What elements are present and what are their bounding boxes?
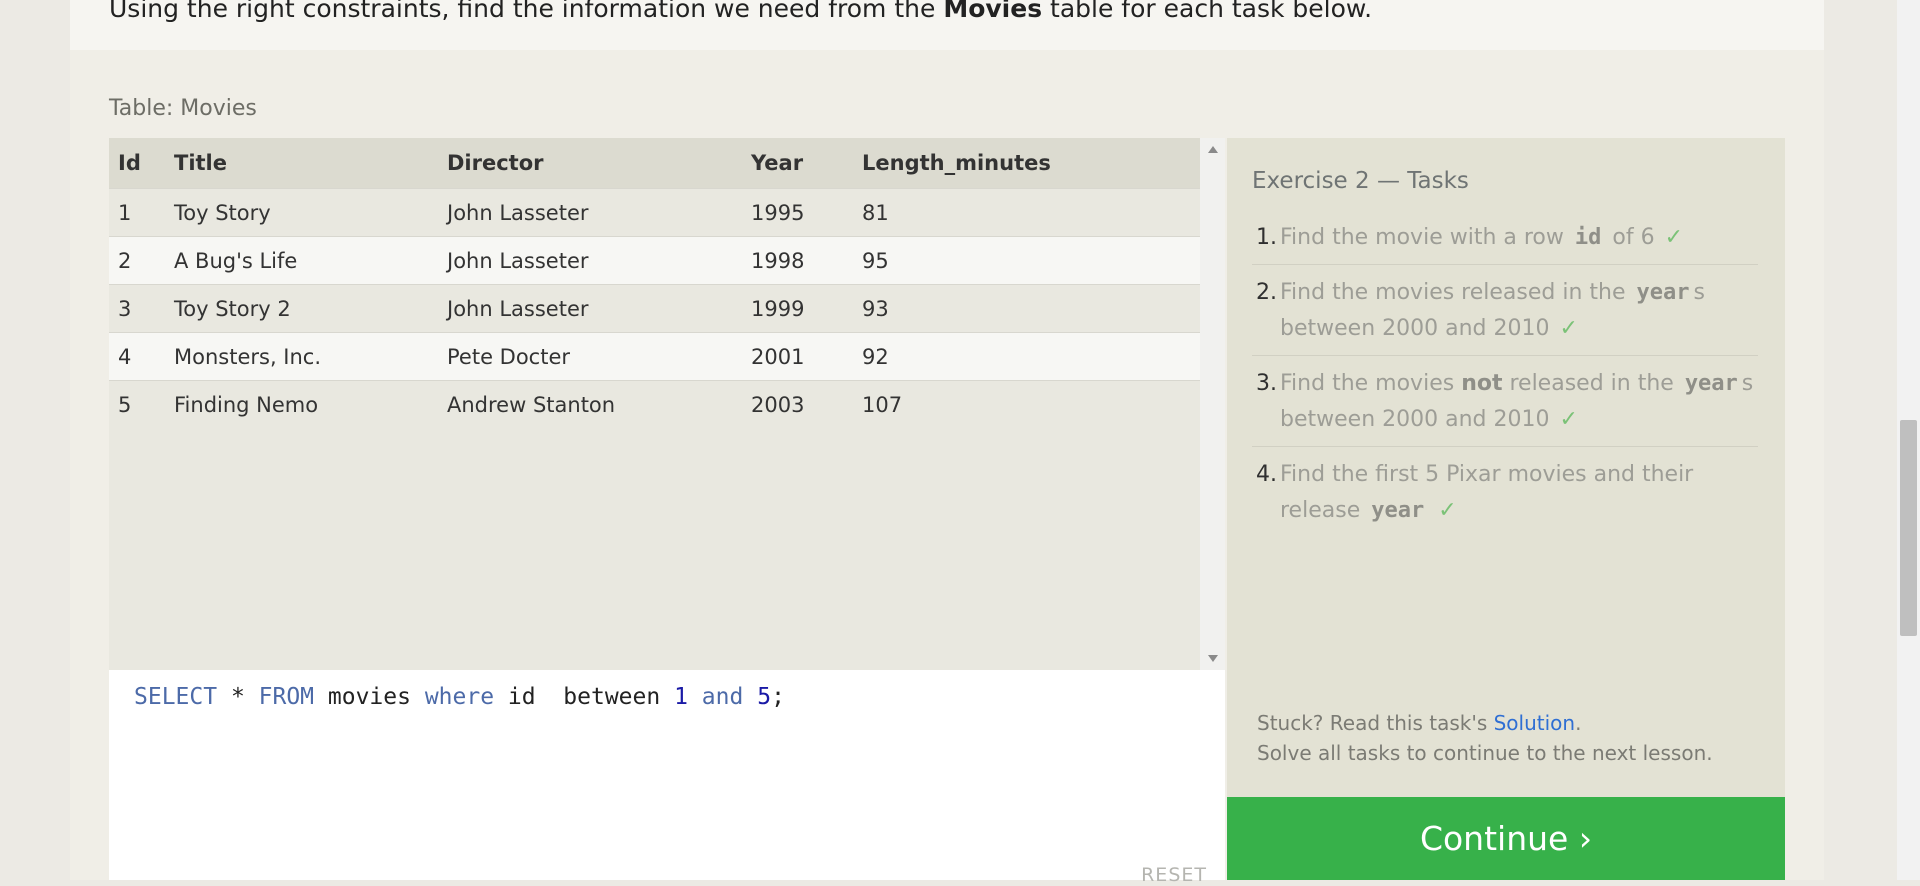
sql-token: FROM [258, 684, 315, 710]
cell-year: 1998 [751, 236, 862, 285]
cell-director: Pete Docter [447, 332, 751, 381]
checkmark-icon: ✓ [1438, 498, 1457, 523]
task-text: year [1636, 280, 1690, 305]
sql-token: 1 [674, 684, 688, 710]
cell-title: Toy Story [174, 188, 447, 237]
scroll-down-arrow-icon[interactable] [1208, 655, 1218, 662]
tasks-panel: Exercise 2 — Tasks 1. Find the movie with… [1227, 138, 1785, 798]
sql-editor[interactable]: SELECT * FROM movies where id between 1 … [109, 670, 1225, 886]
reset-button[interactable]: RESET [1141, 864, 1207, 886]
column-header-title: Title [174, 138, 447, 189]
cell-id: 2 [109, 236, 174, 285]
task-number: 3. [1256, 371, 1277, 396]
checkmark-icon: ✓ [1559, 407, 1578, 432]
table-row: 3 Toy Story 2 John Lasseter 1999 93 [109, 284, 1200, 333]
stuck-suffix: . [1575, 711, 1582, 735]
task-number: 2. [1256, 280, 1277, 305]
results-table: Id Title Director Year Length_minutes 1 … [109, 138, 1200, 428]
task-text: Find the movies [1280, 371, 1462, 396]
intro-suffix: table for each task below. [1042, 0, 1373, 23]
lesson-card: Using the right constraints, find the in… [70, 0, 1824, 886]
stuck-prefix: Stuck? Read this task's [1257, 711, 1494, 735]
cell-id: 4 [109, 332, 174, 381]
cell-year: 1995 [751, 188, 862, 237]
cell-title: Toy Story 2 [174, 284, 447, 333]
sql-token: id between [494, 684, 675, 710]
scroll-up-arrow-icon[interactable] [1208, 146, 1218, 153]
task-text: Find the movies released in the [1280, 280, 1633, 305]
column-header-length: Length_minutes [862, 138, 1200, 189]
task-text: of 6 [1605, 225, 1655, 250]
checkmark-icon: ✓ [1559, 316, 1578, 341]
stuck-help-text: Stuck? Read this task's Solution. [1257, 711, 1581, 735]
column-header-id: Id [109, 138, 174, 189]
solve-all-text: Solve all tasks to continue to the next … [1257, 741, 1713, 765]
task-text: released in the [1502, 371, 1681, 396]
continue-button[interactable]: Continue › [1227, 797, 1785, 880]
sql-token: movies [314, 684, 425, 710]
cell-id: 3 [109, 284, 174, 333]
table-row: 2 A Bug's Life John Lasseter 1998 95 [109, 236, 1200, 285]
sql-token: 5 [757, 684, 772, 710]
page-scrollbar[interactable] [1897, 0, 1920, 880]
cell-director: Andrew Stanton [447, 380, 751, 428]
intro-text: Using the right constraints, find the in… [109, 0, 1372, 23]
intro-table-name: Movies [943, 0, 1043, 23]
cell-length: 95 [862, 236, 1200, 285]
task-item: 1. Find the movie with a row id of 6 ✓ [1252, 220, 1758, 265]
cell-length: 92 [862, 332, 1200, 381]
task-item: 2. Find the movies released in the year s … [1252, 275, 1758, 356]
sql-token: where [424, 684, 495, 710]
cell-title: A Bug's Life [174, 236, 447, 285]
task-text: Find the first 5 Pixar movies and their … [1280, 462, 1694, 523]
task-item: 3. Find the movies not released in the ye… [1252, 366, 1758, 447]
cell-title: Monsters, Inc. [174, 332, 447, 381]
cell-id: 1 [109, 188, 174, 237]
table-row: 4 Monsters, Inc. Pete Docter 2001 92 [109, 332, 1200, 381]
cell-id: 5 [109, 380, 174, 428]
cell-director: John Lasseter [447, 188, 751, 237]
results-table-container: Id Title Director Year Length_minutes 1 … [109, 138, 1200, 670]
task-text: year [1684, 371, 1738, 396]
cell-director: John Lasseter [447, 284, 751, 333]
task-item: 4. Find the first 5 Pixar movies and thei… [1252, 457, 1758, 537]
sql-token: ; [771, 684, 785, 710]
page-scrollbar-thumb[interactable] [1900, 420, 1917, 636]
tasks-title: Exercise 2 — Tasks [1252, 168, 1469, 194]
column-header-year: Year [751, 138, 862, 189]
table-scrollbar[interactable] [1200, 138, 1225, 670]
sql-token: SELECT [134, 684, 218, 710]
cell-year: 2001 [751, 332, 862, 381]
sql-token: * [217, 684, 259, 710]
cell-year: 2003 [751, 380, 862, 428]
table-row: 1 Toy Story John Lasseter 1995 81 [109, 188, 1200, 237]
cell-year: 1999 [751, 284, 862, 333]
column-header-director: Director [447, 138, 751, 189]
table-row: 5 Finding Nemo Andrew Stanton 2003 107 [109, 380, 1200, 428]
cell-length: 107 [862, 380, 1200, 428]
sql-token: and [701, 684, 744, 710]
task-list: 1. Find the movie with a row id of 6 ✓ 2. Fi… [1252, 220, 1758, 547]
task-number: 1. [1256, 225, 1277, 250]
sql-code-line[interactable]: SELECT * FROM movies where id between 1 … [134, 684, 785, 710]
solution-link[interactable]: Solution [1494, 711, 1575, 735]
checkmark-icon: ✓ [1664, 225, 1684, 250]
table-header-row: Id Title Director Year Length_minutes [109, 138, 1200, 189]
task-text: not [1461, 371, 1503, 396]
cell-director: John Lasseter [447, 236, 751, 285]
task-text: Find the movie with a row [1280, 225, 1571, 250]
cell-length: 81 [862, 188, 1200, 237]
table-caption: Table: Movies [109, 96, 257, 121]
cell-title: Finding Nemo [174, 380, 447, 428]
intro-prefix: Using the right constraints, find the in… [109, 0, 944, 23]
task-text: id [1574, 225, 1602, 250]
intro-banner: Using the right constraints, find the in… [70, 0, 1824, 50]
task-number: 4. [1256, 462, 1277, 487]
task-text: year [1371, 498, 1425, 523]
cell-length: 93 [862, 284, 1200, 333]
